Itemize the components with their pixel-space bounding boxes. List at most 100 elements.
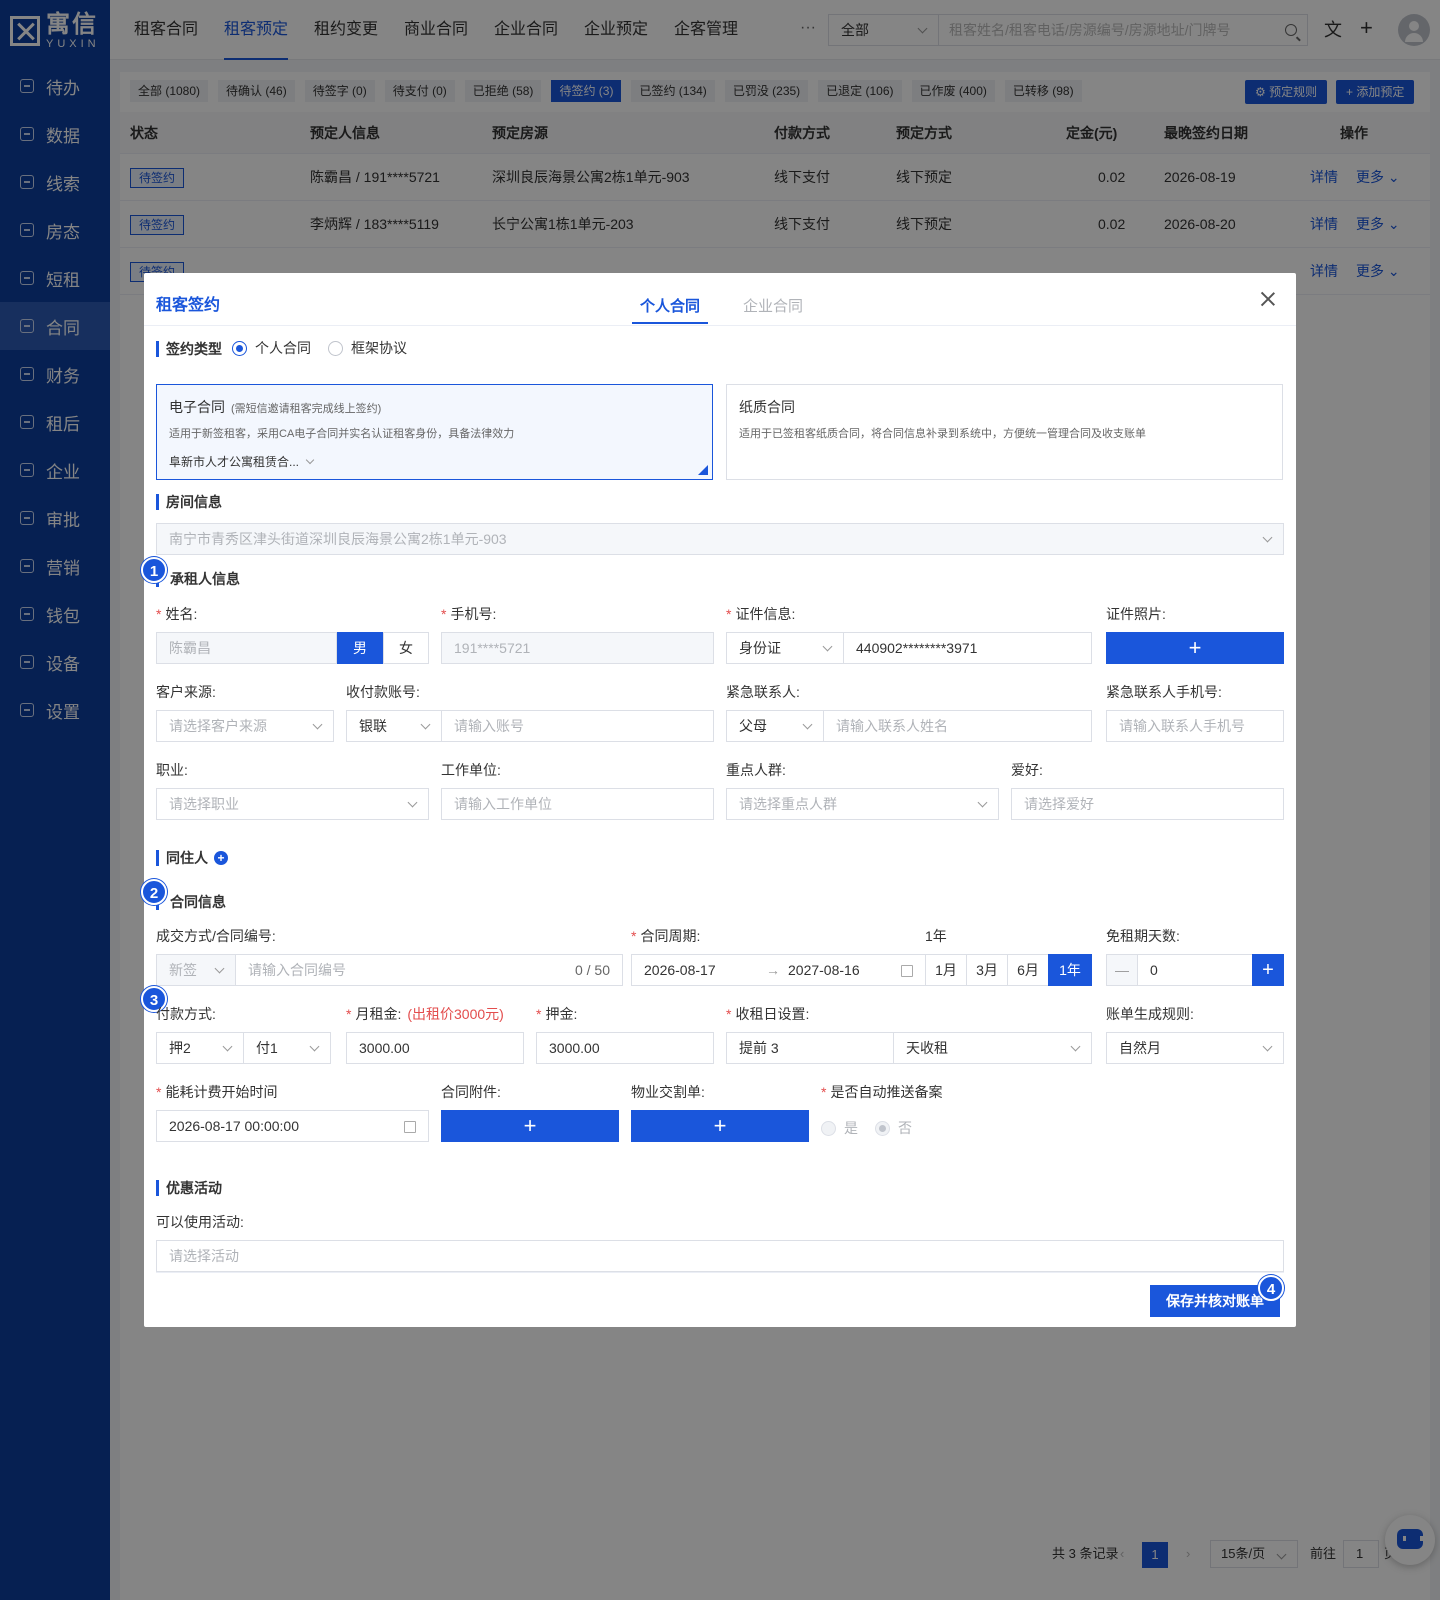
period-hint: 1年 (925, 928, 947, 944)
source-select[interactable]: 请选择客户来源 (156, 710, 334, 742)
room-select[interactable]: 南宁市青秀区津头街道深圳良辰海景公寓2栋1单元-903 (156, 523, 1284, 555)
id-photo-label: 证件照片: (1106, 606, 1166, 622)
deposit-input[interactable]: 3000.00 (536, 1032, 714, 1064)
contract-template-select[interactable]: 阜新市人才公寓租赁合... (169, 453, 313, 470)
duration-1-month-button[interactable]: 1月 (925, 954, 967, 986)
paper-card-desc: 适用于已签租客纸质合同，将合同信息补录到系统中，方便统一管理合同及收支账单 (739, 428, 1146, 440)
account-input[interactable]: 请输入账号 (441, 710, 714, 742)
account-label: 收付款账号: (346, 684, 420, 700)
selected-corner-icon (698, 465, 708, 475)
duration-3-month-button[interactable]: 3月 (966, 954, 1008, 986)
radio-filing-yes[interactable]: 是 (821, 1118, 858, 1138)
gender-female-button[interactable]: 女 (383, 632, 429, 664)
handover-label: 物业交割单: (631, 1084, 705, 1100)
emergency-relation-select[interactable]: 父母 (726, 710, 824, 742)
app-root: 寓信 YUXIN 待办 数据 线索 房态 短租 合同 财务 租后 企业 审批 营… (0, 0, 1440, 1600)
promo-label: 可以使用活动: (156, 1214, 244, 1230)
energy-start-label: * 能耗计费开始时间 (156, 1084, 278, 1100)
footer-divider (156, 1272, 1284, 1273)
collect-day-label: * 收租日设置: (726, 1006, 810, 1022)
tenant-sign-modal: 租客签约 个人合同 企业合同 签约类型 个人合同 框架协议 电子合同 (需短信邀请… (141, 273, 1296, 1327)
phone-label: * 手机号: (441, 606, 497, 622)
bill-rule-label: 账单生成规则: (1106, 1006, 1194, 1022)
job-select[interactable]: 请选择职业 (156, 788, 429, 820)
duration-1-year-button[interactable]: 1年 (1048, 954, 1092, 986)
electronic-card-desc: 适用于新签租客，采用CA电子合同并实名认证租客身份，具备法律效力 (169, 428, 515, 440)
period-end: 2027-08-16 (788, 962, 860, 978)
increment-button[interactable]: + (1252, 954, 1284, 986)
energy-start-picker[interactable]: 2026-08-17 00:00:00 (156, 1110, 429, 1142)
rent-input[interactable]: 3000.00 (346, 1032, 524, 1064)
step-badge-4: 4 (1258, 1275, 1284, 1301)
id-label: * 证件信息: (726, 606, 796, 622)
room-info-section: 房间信息 (156, 494, 222, 510)
account-type-select[interactable]: 银联 (346, 710, 442, 742)
char-counter: 0 / 50 (574, 962, 610, 978)
attachment-label: 合同附件: (441, 1084, 501, 1100)
paper-card-title: 纸质合同 (739, 399, 795, 415)
bill-rule-select[interactable]: 自然月 (1106, 1032, 1284, 1064)
source-label: 客户来源: (156, 684, 216, 700)
radio-framework-agreement[interactable]: 框架协议 (328, 338, 407, 358)
period-label: * 合同周期: (631, 928, 701, 944)
modal-title: 租客签约 (156, 297, 221, 314)
id-type-select[interactable]: 身份证 (726, 632, 844, 664)
job-label: 职业: (156, 762, 188, 778)
tenant-info-section: 承租人信息 (156, 571, 240, 587)
radio-unchecked-icon (821, 1120, 836, 1136)
phone-input[interactable]: 191****5721 (441, 632, 714, 664)
collect-unit-select[interactable]: 天收租 (893, 1032, 1092, 1064)
hobby-select[interactable]: 请选择爱好 (1011, 788, 1284, 820)
emergency-contact-label: 紧急联系人: (726, 684, 800, 700)
radio-unchecked-icon (328, 340, 343, 356)
range-arrow-icon: → (766, 962, 780, 978)
period-range-picker[interactable]: 2026-08-17 → 2027-08-16 (631, 954, 926, 986)
hobby-label: 爱好: (1011, 762, 1043, 778)
name-input[interactable]: 陈霸昌 (156, 632, 337, 664)
contract-info-section: 合同信息 (156, 894, 226, 910)
duration-6-month-button[interactable]: 6月 (1007, 954, 1049, 986)
company-label: 工作单位: (441, 762, 501, 778)
close-icon[interactable] (1258, 289, 1278, 309)
step-badge-2: 2 (141, 879, 167, 905)
deal-type-select[interactable]: 新签 (156, 954, 236, 986)
pay-method-label: 付款方式: (156, 1006, 216, 1022)
radio-filing-no[interactable]: 否 (875, 1118, 912, 1138)
sign-type-label: 签约类型 (156, 341, 222, 357)
tab-personal-contract[interactable]: 个人合同 (631, 295, 709, 324)
decrement-button[interactable]: — (1106, 954, 1138, 986)
key-group-select[interactable]: 请选择重点人群 (726, 788, 999, 820)
emergency-phone-label: 紧急联系人手机号: (1106, 684, 1222, 700)
step-badge-1: 1 (141, 557, 167, 583)
pay-deposit-select[interactable]: 押2 (156, 1032, 244, 1064)
electronic-contract-card[interactable]: 电子合同 (需短信邀请租客完成线上签约) 适用于新签租客，采用CA电子合同并实名认… (156, 384, 713, 480)
free-days-input[interactable]: 0 (1137, 954, 1253, 986)
radio-checked-icon (232, 340, 247, 356)
tab-enterprise-contract[interactable]: 企业合同 (743, 295, 803, 316)
cohabitant-section: 同住人 + (156, 850, 228, 866)
contract-number-input[interactable]: 请输入合同编号 0 / 50 (235, 954, 623, 986)
radio-checked-icon (875, 1120, 890, 1136)
period-start: 2026-08-17 (644, 962, 716, 978)
filing-label: * 是否自动推送备案 (821, 1084, 943, 1100)
rent-label: * 月租金: (出租价3000元) (346, 1006, 504, 1022)
paper-contract-card[interactable]: 纸质合同 适用于已签租客纸质合同，将合同信息补录到系统中，方便统一管理合同及收支… (726, 384, 1283, 480)
id-number-input[interactable]: 440902********3971 (843, 632, 1092, 664)
free-days-label: 免租期天数: (1106, 928, 1180, 944)
pay-cycle-select[interactable]: 付1 (243, 1032, 331, 1064)
deal-label: 成交方式/合同编号: (156, 928, 276, 944)
add-cohabitant-icon[interactable]: + (214, 851, 228, 865)
deposit-label: * 押金: (536, 1006, 578, 1022)
promo-section: 优惠活动 (156, 1180, 222, 1196)
upload-id-photo-button[interactable]: + (1106, 632, 1284, 664)
upload-handover-button[interactable]: + (631, 1110, 809, 1142)
upload-attachment-button[interactable]: + (441, 1110, 619, 1142)
promo-select[interactable]: 请选择活动 (156, 1240, 1284, 1272)
radio-personal-contract[interactable]: 个人合同 (232, 338, 311, 358)
gender-male-button[interactable]: 男 (337, 632, 383, 664)
company-input[interactable]: 请输入工作单位 (441, 788, 714, 820)
name-label: * 姓名: (156, 606, 198, 622)
collect-days-input[interactable]: 提前 3 (726, 1032, 894, 1064)
emergency-name-input[interactable]: 请输入联系人姓名 (823, 710, 1092, 742)
emergency-phone-input[interactable]: 请输入联系人手机号 (1106, 710, 1284, 742)
